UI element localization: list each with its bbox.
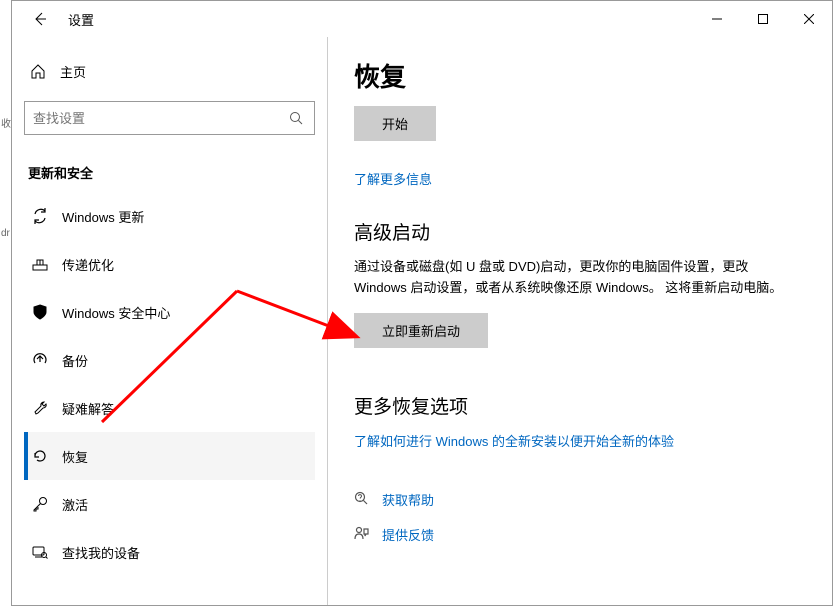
sidebar-item-label: 疑难解答 [62,399,114,418]
sidebar-item-label: 查找我的设备 [62,543,140,562]
sidebar-item-label: 恢复 [62,447,88,466]
sync-icon [32,208,62,224]
page-title: 恢复 [354,57,806,94]
back-button[interactable] [20,1,60,37]
minimize-icon [712,14,722,24]
learn-more-link[interactable]: 了解更多信息 [354,169,432,188]
edge-char: 收 [1,115,11,130]
key-icon [32,496,62,512]
get-help-row[interactable]: 获取帮助 [354,490,806,509]
sidebar-item-delivery[interactable]: 传递优化 [24,240,315,288]
get-help-link[interactable]: 获取帮助 [382,490,434,509]
content-area: 恢复 开始 了解更多信息 高级启动 通过设备或磁盘(如 U 盘或 DVD)启动，… [327,37,832,605]
feedback-row[interactable]: 提供反馈 [354,525,806,544]
feedback-link[interactable]: 提供反馈 [382,525,434,544]
search-input[interactable] [33,111,286,126]
sidebar-item-activation[interactable]: 激活 [24,480,315,528]
advanced-startup-desc: 通过设备或磁盘(如 U 盘或 DVD)启动，更改你的电脑固件设置，更改 Wind… [354,257,794,299]
home-label: 主页 [60,62,86,81]
feedback-icon [354,526,382,542]
sidebar-item-backup[interactable]: 备份 [24,336,315,384]
background-strip: 收 dr [0,0,11,606]
shield-icon [32,304,62,320]
close-icon [804,14,814,24]
window-controls [694,1,832,37]
home-link[interactable]: 主页 [24,51,315,91]
more-options-title: 更多恢复选项 [354,392,806,419]
window-title: 设置 [68,10,94,29]
back-arrow-icon [32,11,48,27]
sidebar-item-find-device[interactable]: 查找我的设备 [24,528,315,576]
fresh-install-link[interactable]: 了解如何进行 Windows 的全新安装以便开始全新的体验 [354,431,674,450]
sidebar-item-recovery[interactable]: 恢复 [24,432,315,480]
wrench-icon [32,400,62,416]
restart-now-button[interactable]: 立即重新启动 [354,313,488,348]
advanced-startup-title: 高级启动 [354,218,806,245]
sidebar: 主页 更新和安全 Windows 更新 传递优化 [12,37,327,605]
start-button[interactable]: 开始 [354,106,436,141]
recovery-icon [32,448,62,464]
window-body: 主页 更新和安全 Windows 更新 传递优化 [12,37,832,605]
titlebar: 设置 [12,1,832,37]
sidebar-item-troubleshoot[interactable]: 疑难解答 [24,384,315,432]
sidebar-item-label: 激活 [62,495,88,514]
sidebar-item-windows-update[interactable]: Windows 更新 [24,192,315,240]
home-icon [30,63,58,79]
search-box[interactable] [24,101,315,135]
settings-window: 设置 主页 [11,0,833,606]
minimize-button[interactable] [694,1,740,37]
sidebar-item-label: 传递优化 [62,255,114,274]
edge-char: dr [1,228,10,239]
sidebar-item-label: Windows 更新 [62,207,144,226]
maximize-icon [758,14,768,24]
delivery-icon [32,256,62,272]
maximize-button[interactable] [740,1,786,37]
sidebar-item-label: 备份 [62,351,88,370]
sidebar-section-header: 更新和安全 [24,163,315,182]
help-icon [354,491,382,507]
sidebar-item-security[interactable]: Windows 安全中心 [24,288,315,336]
footer-links: 获取帮助 提供反馈 [354,490,806,544]
backup-icon [32,352,62,368]
search-icon [286,111,306,125]
find-icon [32,544,62,560]
close-button[interactable] [786,1,832,37]
sidebar-item-label: Windows 安全中心 [62,303,170,322]
